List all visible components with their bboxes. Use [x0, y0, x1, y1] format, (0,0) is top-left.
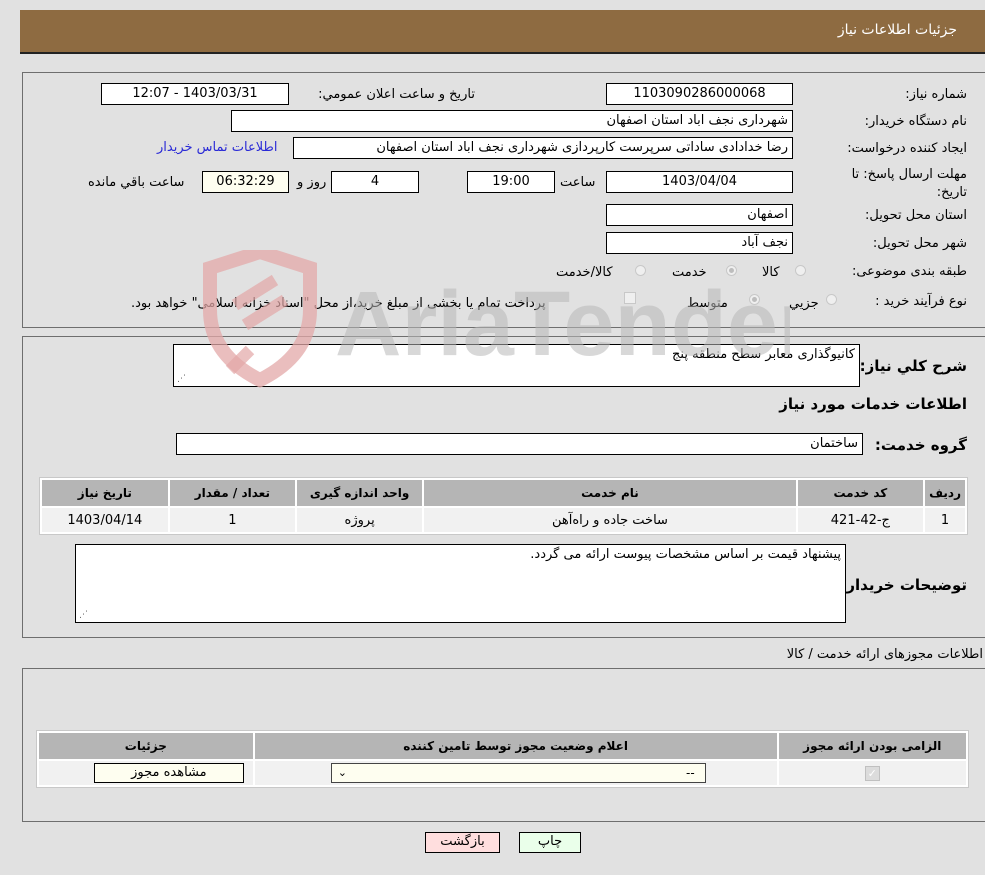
buyer-notes-label: توضیحات خریدار:	[840, 576, 967, 594]
creator-label: ایجاد کننده درخواست:	[847, 141, 967, 156]
col-need-date: تاریخ نیاز	[42, 480, 168, 506]
cell-permit-required: ✓	[778, 761, 966, 785]
permit-required-checkbox: ✓	[864, 765, 880, 781]
process-radio-minor[interactable]	[826, 294, 837, 305]
summary-label: شرح کلي نیاز:	[859, 357, 967, 375]
category-radio-service[interactable]	[726, 265, 737, 276]
city-field: نجف آباد	[606, 232, 793, 254]
remaining-time-field: 06:32:29	[202, 171, 289, 193]
treasury-note: پرداخت تمام یا بخشی از مبلغ خرید،از محل …	[131, 296, 546, 311]
cell-unit: پروژه	[296, 508, 423, 532]
creator-field: رضا خدادادی ساداتی سرپرست کارپردازی شهرد…	[293, 137, 793, 159]
province-label: استان محل تحویل:	[865, 208, 967, 223]
cell-row-number: 1	[925, 508, 965, 532]
page-header: جزئیات اطلاعات نیاز	[20, 10, 985, 54]
services-table: ردیف کد خدمت نام خدمت واحد اندازه گیری ت…	[39, 477, 968, 535]
process-radio-medium[interactable]	[749, 294, 760, 305]
cell-need-date: 1403/04/14	[42, 508, 168, 532]
buyer-contact-link[interactable]: اطلاعات تماس خریدار	[157, 140, 277, 155]
deadline-time-label: ساعت	[560, 175, 596, 190]
table-row: ✓ -- ⌄ مشاهده مجوز	[39, 761, 966, 785]
process-option-minor: جزيي	[789, 296, 819, 311]
deadline-label: مهلت ارسال پاسخ: تا تاریخ:	[851, 167, 967, 200]
permits-table-header: الزامی بودن ارائه مجوز اعلام وضعیت مجوز …	[39, 733, 966, 759]
need-number-field: 1103090286000068	[606, 83, 793, 105]
days-field: 4	[331, 171, 419, 193]
announce-field: 1403/03/31 - 12:07	[101, 83, 289, 105]
permit-status-select[interactable]: -- ⌄	[330, 763, 706, 783]
back-button[interactable]: بازگشت	[425, 832, 500, 853]
permits-heading: اطلاعات مجوزهای ارائه خدمت / کالا	[786, 647, 983, 662]
col-service-name: نام خدمت	[424, 480, 796, 506]
col-quantity: تعداد / مقدار	[169, 480, 295, 506]
resize-grip-icon[interactable]: ⋰	[177, 374, 186, 384]
permit-status-value: --	[686, 766, 695, 780]
print-button[interactable]: چاپ	[519, 832, 581, 853]
process-label: نوع فرآیند خرید :	[875, 294, 967, 309]
province-field: اصفهان	[606, 204, 793, 226]
service-group-label: گروه خدمت:	[874, 436, 967, 454]
chevron-down-icon: ⌄	[337, 766, 347, 779]
resize-grip-icon[interactable]: ⋰	[79, 610, 88, 620]
buyer-org-label: نام دستگاه خریدار:	[864, 114, 967, 129]
page-title: جزئیات اطلاعات نیاز	[837, 22, 957, 38]
col-permit-status: اعلام وضعیت مجوز توسط تامین کننده	[254, 733, 777, 759]
category-option-both: کالا/خدمت	[556, 265, 613, 280]
deadline-time-field: 19:00	[467, 171, 555, 193]
col-row-number: ردیف	[925, 480, 965, 506]
process-option-medium: متوسط	[687, 296, 728, 311]
cell-service-name: ساخت جاده و راه‌آهن	[424, 508, 796, 532]
view-permit-button[interactable]: مشاهده مجوز	[93, 763, 244, 783]
buyer-org-field: شهرداری نجف اباد استان اصفهان	[231, 110, 793, 132]
announce-label: تاریخ و ساعت اعلان عمومي:	[318, 87, 475, 102]
permits-table: الزامی بودن ارائه مجوز اعلام وضعیت مجوز …	[36, 730, 969, 788]
col-service-code: کد خدمت	[797, 480, 924, 506]
table-row: 1 ج-42-421 ساخت جاده و راه‌آهن پروژه 1 1…	[42, 508, 965, 532]
category-option-goods: کالا	[762, 265, 780, 280]
buyer-notes-textarea[interactable]: پیشنهاد قیمت بر اساس مشخصات پیوست ارائه …	[75, 544, 846, 623]
col-permit-required: الزامی بودن ارائه مجوز	[778, 733, 966, 759]
col-unit: واحد اندازه گیری	[296, 480, 423, 506]
city-label: شهر محل تحویل:	[872, 236, 967, 251]
summary-textarea[interactable]: کانیوگذاری معابر سطح منطقه پنج ⋰	[173, 344, 860, 387]
remaining-label: ساعت باقي مانده	[88, 175, 185, 190]
buyer-notes-text: پیشنهاد قیمت بر اساس مشخصات پیوست ارائه …	[530, 547, 841, 562]
category-option-service: خدمت	[672, 265, 707, 280]
cell-permit-status: -- ⌄	[254, 761, 777, 785]
category-label: طبقه بندی موضوعی:	[851, 264, 967, 279]
category-radio-goods[interactable]	[795, 265, 806, 276]
service-group-field: ساختمان	[176, 433, 863, 455]
days-label: روز و	[297, 175, 327, 190]
services-heading: اطلاعات خدمات مورد نیاز	[779, 395, 967, 413]
col-permit-details: جزئیات	[39, 733, 253, 759]
need-number-label: شماره نیاز:	[905, 87, 967, 102]
treasury-checkbox[interactable]	[624, 292, 636, 304]
category-radio-both[interactable]	[635, 265, 646, 276]
services-table-header: ردیف کد خدمت نام خدمت واحد اندازه گیری ت…	[42, 480, 965, 506]
deadline-date-field: 1403/04/04	[606, 171, 793, 193]
cell-service-code: ج-42-421	[797, 508, 924, 532]
cell-quantity: 1	[169, 508, 295, 532]
cell-permit-details: مشاهده مجوز	[39, 761, 253, 785]
summary-text: کانیوگذاری معابر سطح منطقه پنج	[672, 347, 855, 362]
